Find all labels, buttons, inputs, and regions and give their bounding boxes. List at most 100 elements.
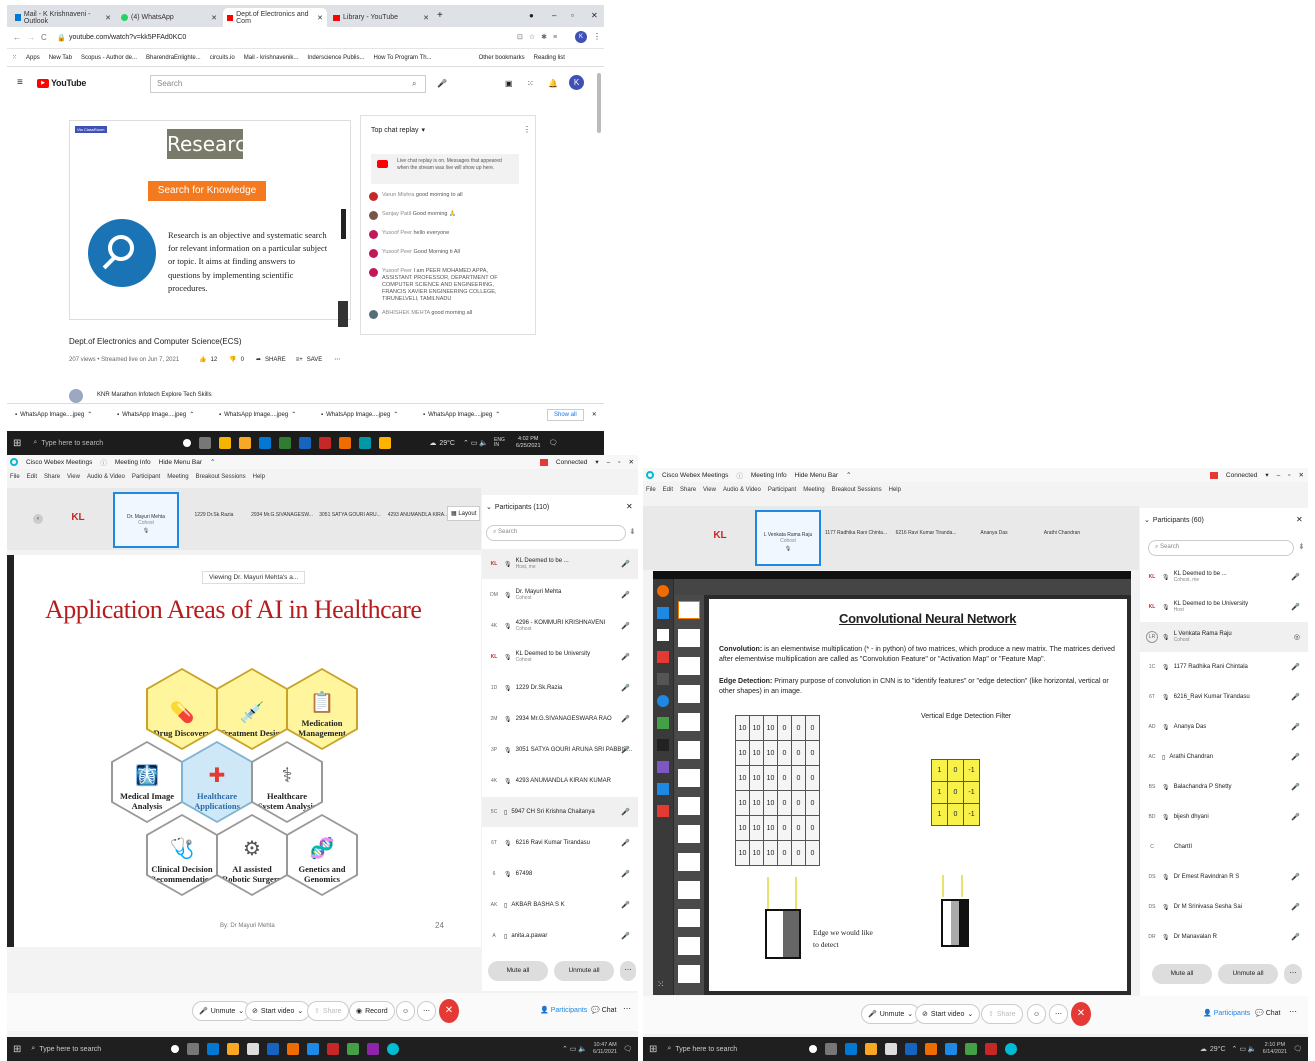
slide-thumb[interactable] — [678, 713, 700, 731]
cortana-icon[interactable] — [809, 1045, 818, 1053]
app-icon[interactable] — [367, 1043, 380, 1055]
video-thumb-active[interactable]: Dr. Mayuri Mehta Cohost 🎙 — [113, 492, 179, 548]
participant-row[interactable]: DS 🎙 Dr Emest Ravindran R S 🎤 — [1140, 862, 1308, 892]
like-icon[interactable]: 👍 — [199, 356, 206, 363]
search-input[interactable]: Search — [150, 75, 426, 93]
video-thumb[interactable]: 1177 Radhika Rani Chinta... — [823, 510, 889, 566]
app-icon[interactable] — [925, 1043, 938, 1055]
app-icon[interactable] — [359, 437, 372, 449]
maximize-icon[interactable]: ▫ — [618, 459, 620, 466]
video-thumb[interactable]: KL — [687, 510, 753, 566]
minimize-icon[interactable]: – — [607, 459, 611, 466]
slide-thumb[interactable] — [678, 657, 700, 675]
mic-muted-icon[interactable]: 🎤 — [621, 653, 630, 661]
slide-control[interactable] — [341, 209, 346, 239]
bookmark[interactable]: BharendraEnlighte... — [146, 55, 201, 61]
edge-icon[interactable] — [845, 1043, 858, 1055]
slide-thumb[interactable] — [678, 797, 700, 815]
bookmark[interactable]: Apps — [26, 55, 40, 61]
maximize-icon[interactable]: ▫ — [571, 11, 574, 20]
mic-muted-icon[interactable]: 🎤 — [1291, 663, 1300, 671]
participant-row[interactable]: KL 🎙 KL Deemed to be ... Cohost, me 🎤 — [1140, 562, 1308, 592]
mic-muted-icon[interactable]: 🎤 — [621, 839, 630, 847]
participant-row[interactable]: 4K 🎙 4293 ANUMANDLA KIRAN KUMAR — [482, 766, 638, 796]
menu-edit[interactable]: Edit — [663, 487, 673, 493]
participant-row[interactable]: BD 🎙 bijesh dhyani 🎤 — [1140, 802, 1308, 832]
close-icon[interactable]: ✕ — [105, 14, 111, 22]
save-icon[interactable]: ≡+ — [296, 357, 303, 363]
show-all-button[interactable]: Show all — [547, 408, 584, 421]
clock[interactable]: 4:02 PM 6/25/2021 — [516, 436, 540, 449]
more-button[interactable]: ⋯ — [417, 1001, 436, 1021]
mute-all-button[interactable]: Mute all — [1152, 964, 1212, 984]
store-icon[interactable] — [259, 437, 272, 449]
menu-participant[interactable]: Participant — [132, 474, 160, 480]
mic-muted-icon[interactable]: 🎤 — [621, 622, 630, 630]
participants-header[interactable]: ⌄ Participants (60) — [1144, 516, 1204, 525]
mic-muted-icon[interactable]: 🎤 — [621, 808, 630, 816]
windows-icon[interactable]: ⊞ — [13, 438, 21, 449]
bookmark[interactable]: How To Program Th... — [373, 55, 431, 61]
menu-breakout[interactable]: Breakout Sessions — [832, 487, 882, 493]
mic-muted-icon[interactable]: 🎤 — [621, 715, 630, 723]
folder-icon[interactable] — [865, 1043, 878, 1055]
menu-share[interactable]: Share — [680, 487, 696, 493]
mic-icon[interactable]: 🎤 — [621, 560, 630, 568]
unmute-button[interactable]: 🎤 Unmute ⌄ — [861, 1004, 921, 1024]
app-icon[interactable] — [657, 783, 669, 795]
reload-icon[interactable]: C — [41, 33, 47, 42]
chevron-up-icon[interactable]: ⌃ — [846, 471, 851, 479]
webex-icon[interactable] — [1005, 1043, 1018, 1055]
app-icon[interactable] — [379, 437, 392, 449]
bookmark[interactable]: Inderscience Publis... — [307, 55, 364, 61]
hamburger-icon[interactable]: ≡ — [17, 77, 23, 88]
menu-edit[interactable]: Edit — [27, 474, 37, 480]
search-icon[interactable]: ⌕ — [667, 1045, 671, 1053]
taskbar-search[interactable]: Type here to search — [39, 1046, 167, 1053]
app-icon[interactable] — [905, 1043, 918, 1055]
participant-row[interactable]: A ▯ anita.a.pawar 🎤 — [482, 921, 638, 951]
app-icon[interactable] — [657, 651, 669, 663]
terminal-icon[interactable] — [657, 739, 669, 751]
search-icon[interactable]: ⌕ — [31, 1045, 35, 1053]
unmute-all-button[interactable]: Unmute all — [554, 961, 614, 981]
participant-row[interactable]: KL 🎙 KL Deemed to be University Host 🎤 — [1140, 592, 1308, 622]
video-thumb[interactable]: Ananya Das — [961, 510, 1027, 566]
task-view-icon[interactable] — [825, 1043, 838, 1055]
close-icon[interactable]: ✕ — [211, 14, 217, 22]
hide-menu-bar[interactable]: Hide Menu Bar — [795, 472, 838, 479]
scroll-left-icon[interactable]: ‹ — [33, 514, 43, 524]
more-options-button[interactable]: ⋯ — [620, 961, 636, 981]
mic-icon[interactable]: 🎤 — [437, 79, 447, 88]
participant-row[interactable]: 5C ▯ 5947 CH Sri Krishna Chaitanya 🎤 — [482, 797, 638, 827]
app-icon[interactable] — [657, 761, 669, 773]
participants-button[interactable]: 👤 Participants — [1203, 1009, 1250, 1018]
bell-icon[interactable]: 🔔 — [548, 79, 558, 88]
new-tab-button[interactable]: + — [437, 10, 443, 21]
minimize-icon[interactable]: – — [1277, 472, 1281, 479]
participant-row[interactable]: 4K 🎙 4296 - KOMMURI KRISHNAVENI Cohost 🎤 — [482, 611, 638, 641]
participants-button[interactable]: 👤 Participants — [540, 1006, 587, 1015]
help-icon[interactable] — [657, 695, 669, 707]
url-field[interactable]: youtube.com/watch?v=kk5PFAd0KC0 — [69, 34, 186, 41]
more-icon[interactable]: ⋯ — [334, 356, 340, 363]
bookmark[interactable]: Mail - krishnavenik... — [244, 55, 299, 61]
more-icon[interactable]: ⋯ — [623, 1004, 631, 1013]
avatar[interactable]: K — [569, 75, 584, 90]
chevron-down-icon[interactable]: ▾ — [1265, 471, 1268, 479]
bookmark[interactable]: Scopus - Author de... — [81, 55, 137, 61]
taskbar-search[interactable]: Type here to search — [41, 440, 171, 447]
tray-icons[interactable]: ⌃ ▭ 🔈 — [1232, 1045, 1257, 1053]
menu-share[interactable]: Share — [44, 474, 60, 480]
webex-icon[interactable] — [387, 1043, 400, 1055]
chevron-up-icon[interactable]: ⌃ — [393, 411, 398, 418]
menu-participant[interactable]: Participant — [768, 487, 796, 493]
video-thumb[interactable]: 6216 Ravi Kumar Tiranda... — [893, 510, 959, 566]
connection-status[interactable]: Connected — [556, 459, 587, 466]
close-icon[interactable]: ✕ — [317, 14, 323, 22]
participant-row[interactable]: C ChartII — [1140, 832, 1308, 862]
youtube-logo[interactable]: ▶ YouTube — [37, 78, 86, 88]
slide-thumb[interactable] — [678, 769, 700, 787]
chat-header[interactable]: Top chat replay ▾ — [371, 126, 425, 135]
tab-outlook[interactable]: Mail - K Krishnaveni - Outlook ✕ — [11, 8, 115, 27]
